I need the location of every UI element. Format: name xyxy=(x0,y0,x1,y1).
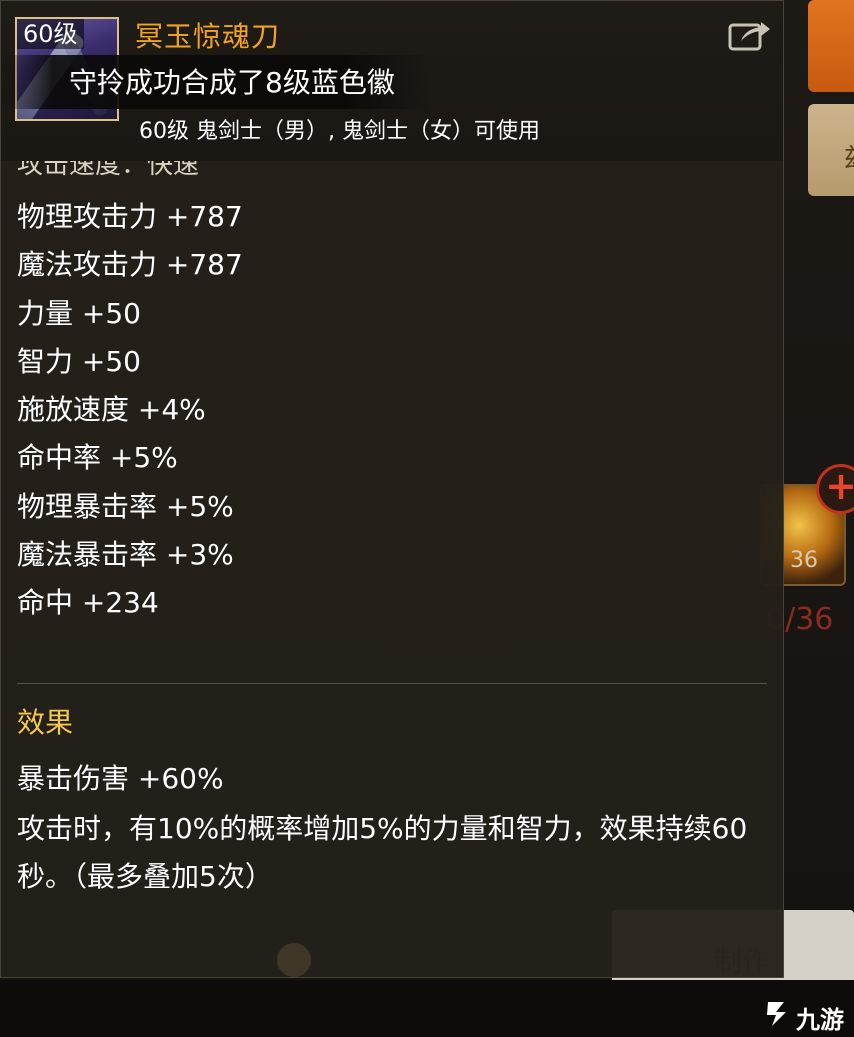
side-tab-beige[interactable]: 兹 xyxy=(808,104,854,196)
system-notice-text: 守拎成功合成了8级蓝色徽 xyxy=(69,66,395,99)
stat-line: 命中率 +5% xyxy=(17,441,178,475)
footer-bar xyxy=(0,980,854,1037)
side-tab-label: 兹 xyxy=(844,138,854,175)
item-level-badge: 60级 xyxy=(17,19,84,49)
effect-crit-damage: 暴击伤害 +60% xyxy=(17,762,224,795)
stat-line: 魔法攻击力 +787 xyxy=(17,248,243,282)
stat-line: 智力 +50 xyxy=(17,344,141,378)
stat-line: 施放速度 +4% xyxy=(17,393,206,427)
stat-line: 命中 +234 xyxy=(17,586,159,620)
coin-icon xyxy=(277,943,311,977)
watermark: 九游 xyxy=(762,994,854,1034)
watermark-text: 九游 xyxy=(796,1006,844,1034)
usable-classes: 60级 鬼剑士（男）, 鬼剑士（女）可使用 xyxy=(139,119,540,144)
stat-line: 魔法暴击率 +3% xyxy=(17,538,234,572)
stat-line: 物理暴击率 +5% xyxy=(17,489,234,523)
item-name: 冥玉惊魂刀 xyxy=(135,20,281,53)
material-slot-count: 36 xyxy=(790,548,818,573)
item-tooltip: 60级 冥玉惊魂刀 守拎成功合成了8级蓝色徽 60级 鬼剑士（男）, 鬼剑士（女… xyxy=(0,0,784,978)
effect-title: 效果 xyxy=(17,706,74,739)
effect-description: 攻击时，有10%的概率增加5%的力量和智力，效果持续60秒。（最多叠加5次） xyxy=(17,812,748,893)
section-divider xyxy=(17,683,767,684)
stat-line: 力量 +50 xyxy=(17,296,141,330)
stat-cutoff: 攻击速度：快速 xyxy=(17,161,200,180)
share-icon[interactable] xyxy=(727,17,773,53)
side-tab-orange[interactable] xyxy=(808,0,854,92)
jiuyou-logo-icon xyxy=(767,1002,786,1026)
stat-list: 物理攻击力 +787 魔法攻击力 +787 力量 +50 智力 +50 施放速度… xyxy=(17,197,243,632)
stat-line: 物理攻击力 +787 xyxy=(17,200,243,233)
